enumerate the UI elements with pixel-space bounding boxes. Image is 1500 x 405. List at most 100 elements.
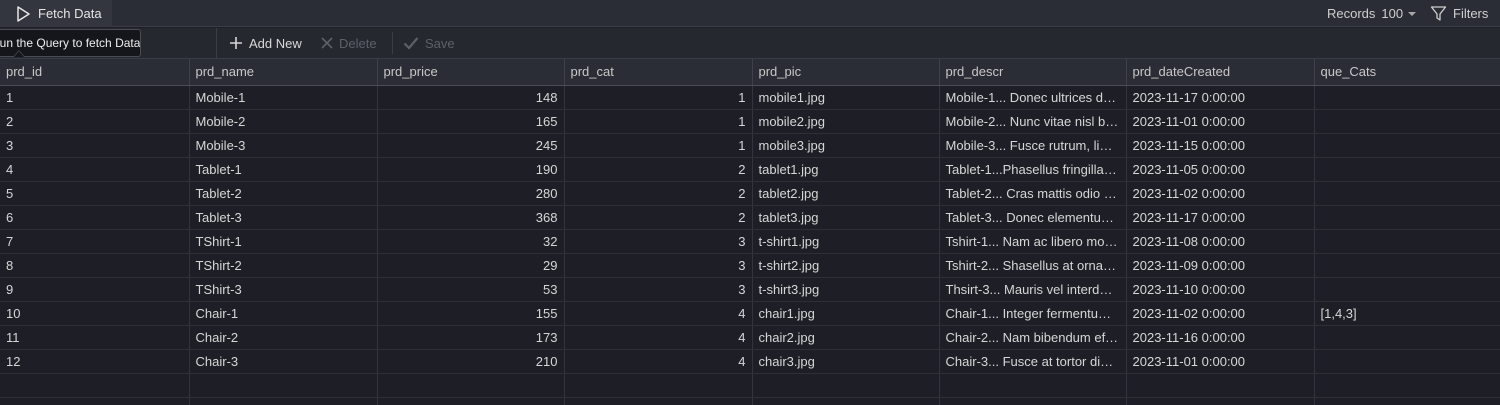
cell-prd-id[interactable]: 3 (0, 133, 190, 158)
cell-prd-id[interactable]: 6 (0, 205, 190, 230)
cell-prd-datecreated[interactable]: 2023-11-10 0:00:00 (1126, 277, 1315, 302)
cell-que-cats[interactable] (1314, 181, 1500, 206)
column-header-que-cats[interactable]: que_Cats (1314, 59, 1500, 86)
cell-prd-name[interactable]: Tablet-3 (189, 205, 378, 230)
cell-prd-cat[interactable]: 4 (564, 349, 753, 374)
cell-que-cats[interactable]: [1,4,3] (1314, 301, 1500, 326)
cell-que-cats[interactable] (1314, 277, 1500, 302)
cell-prd-datecreated[interactable]: 2023-11-01 0:00:00 (1126, 349, 1315, 374)
delete-button[interactable]: Delete (321, 28, 377, 58)
table-row[interactable]: 9 TShirt-3 53 3 t-shirt3.jpg Thsirt-3... Maur… (0, 277, 1500, 302)
cell-que-cats[interactable] (1314, 109, 1500, 134)
cell-prd-datecreated[interactable]: 2023-11-02 0:00:00 (1126, 301, 1315, 326)
cell-prd-id[interactable]: 8 (0, 253, 190, 278)
cell-que-cats[interactable] (1314, 229, 1500, 254)
table-row[interactable]: 3 Mobile-3 245 1 mobile3.jpg Mobile-3... Fusc… (0, 133, 1500, 158)
cell-prd-id[interactable]: 4 (0, 157, 190, 182)
cell-que-cats[interactable] (1314, 85, 1500, 110)
cell-prd-id[interactable]: 2 (0, 109, 190, 134)
column-header-prd-name[interactable]: prd_name (189, 59, 378, 86)
table-row[interactable]: 12 Chair-3 210 4 chair3.jpg Chair-3... Fusce … (0, 349, 1500, 374)
cell-prd-name[interactable]: Tablet-2 (189, 181, 378, 206)
cell-prd-price[interactable]: 29 (377, 253, 565, 278)
cell-prd-name[interactable]: TShirt-3 (189, 277, 378, 302)
cell-prd-cat[interactable]: 4 (564, 325, 753, 350)
cell-prd-datecreated[interactable]: 2023-11-17 0:00:00 (1126, 85, 1315, 110)
cell-prd-name[interactable]: Tablet-1 (189, 157, 378, 182)
cell-prd-id[interactable]: 7 (0, 229, 190, 254)
cell-prd-pic[interactable]: chair3.jpg (752, 349, 940, 374)
cell-prd-descr[interactable]: Tshirt-1... Nam ac libero molestie (939, 229, 1127, 254)
cell-prd-name[interactable]: Chair-1 (189, 301, 378, 326)
cell-prd-id[interactable]: 12 (0, 349, 190, 374)
cell-prd-id[interactable]: 11 (0, 325, 190, 350)
cell-prd-datecreated[interactable]: 2023-11-08 0:00:00 (1126, 229, 1315, 254)
table-row[interactable]: 6 Tablet-3 368 2 tablet3.jpg Tablet-3... Done… (0, 205, 1500, 230)
column-header-prd-pic[interactable]: prd_pic (752, 59, 940, 86)
cell-prd-cat[interactable]: 1 (564, 109, 753, 134)
cell-prd-descr[interactable]: Tablet-3... Donec elementum in (939, 205, 1127, 230)
cell-que-cats[interactable] (1314, 133, 1500, 158)
cell-prd-cat[interactable]: 4 (564, 301, 753, 326)
cell-prd-pic[interactable]: chair1.jpg (752, 301, 940, 326)
cell-prd-name[interactable]: TShirt-1 (189, 229, 378, 254)
cell-prd-price[interactable]: 368 (377, 205, 565, 230)
column-header-prd-id[interactable]: prd_id (0, 59, 190, 86)
table-row[interactable]: 8 TShirt-2 29 3 t-shirt2.jpg Tshirt-2... Shas… (0, 253, 1500, 278)
cell-prd-datecreated[interactable]: 2023-11-01 0:00:00 (1126, 109, 1315, 134)
cell-prd-id[interactable]: 1 (0, 85, 190, 110)
cell-prd-descr[interactable]: Thsirt-3... Mauris vel interdum nisl (939, 277, 1127, 302)
table-row[interactable]: 5 Tablet-2 280 2 tablet2.jpg Tablet-2... Cras… (0, 181, 1500, 206)
cell-prd-cat[interactable]: 2 (564, 157, 753, 182)
cell-prd-cat[interactable]: 3 (564, 277, 753, 302)
cell-prd-datecreated[interactable]: 2023-11-09 0:00:00 (1126, 253, 1315, 278)
cell-prd-price[interactable]: 280 (377, 181, 565, 206)
cell-que-cats[interactable] (1314, 349, 1500, 374)
cell-prd-datecreated[interactable]: 2023-11-05 0:00:00 (1126, 157, 1315, 182)
column-header-prd-cat[interactable]: prd_cat (564, 59, 753, 86)
table-row[interactable]: 4 Tablet-1 190 2 tablet1.jpg Tablet-1...Phase… (0, 157, 1500, 182)
cell-prd-price[interactable]: 245 (377, 133, 565, 158)
filters-button[interactable]: Filters (1430, 0, 1488, 27)
cell-prd-pic[interactable]: tablet2.jpg (752, 181, 940, 206)
cell-prd-name[interactable]: Chair-2 (189, 325, 378, 350)
cell-prd-name[interactable]: Mobile-1 (189, 85, 378, 110)
column-header-prd-price[interactable]: prd_price (377, 59, 565, 86)
cell-prd-descr[interactable]: Mobile-2... Nunc vitae nisl bibendum (939, 109, 1127, 134)
column-header-prd-descr[interactable]: prd_descr (939, 59, 1127, 86)
cell-prd-datecreated[interactable]: 2023-11-15 0:00:00 (1126, 133, 1315, 158)
cell-prd-id[interactable]: 5 (0, 181, 190, 206)
cell-prd-pic[interactable]: t-shirt1.jpg (752, 229, 940, 254)
column-header-prd-datecreated[interactable]: prd_dateCreated (1126, 59, 1315, 86)
cell-que-cats[interactable] (1314, 157, 1500, 182)
cell-prd-name[interactable]: Mobile-2 (189, 109, 378, 134)
cell-prd-descr[interactable]: Tshirt-2... Shasellus at ornare nisl (939, 253, 1127, 278)
cell-prd-name[interactable]: Chair-3 (189, 349, 378, 374)
cell-que-cats[interactable] (1314, 253, 1500, 278)
cell-prd-descr[interactable]: Tablet-1...Phasellus fringilla eget (939, 157, 1127, 182)
cell-prd-pic[interactable]: mobile1.jpg (752, 85, 940, 110)
cell-prd-cat[interactable]: 1 (564, 133, 753, 158)
cell-prd-cat[interactable]: 2 (564, 181, 753, 206)
cell-prd-id[interactable]: 10 (0, 301, 190, 326)
cell-prd-price[interactable]: 190 (377, 157, 565, 182)
cell-prd-pic[interactable]: chair2.jpg (752, 325, 940, 350)
cell-prd-price[interactable]: 53 (377, 277, 565, 302)
table-row[interactable]: 10 Chair-1 155 4 chair1.jpg Chair-1... Intege… (0, 301, 1500, 326)
cell-prd-datecreated[interactable]: 2023-11-02 0:00:00 (1126, 181, 1315, 206)
cell-prd-price[interactable]: 32 (377, 229, 565, 254)
cell-prd-price[interactable]: 155 (377, 301, 565, 326)
cell-prd-pic[interactable]: t-shirt2.jpg (752, 253, 940, 278)
cell-prd-descr[interactable]: Chair-2... Nam bibendum efficitur (939, 325, 1127, 350)
table-row[interactable]: 2 Mobile-2 165 1 mobile2.jpg Mobile-2... Nunc… (0, 109, 1500, 134)
cell-prd-price[interactable]: 148 (377, 85, 565, 110)
table-row[interactable]: 7 TShirt-1 32 3 t-shirt1.jpg Tshirt-1... Nam … (0, 229, 1500, 254)
fetch-data-button[interactable]: Fetch Data (0, 0, 112, 27)
table-row[interactable]: 11 Chair-2 173 4 chair2.jpg Chair-2... Nam bi… (0, 325, 1500, 350)
cell-prd-cat[interactable]: 1 (564, 85, 753, 110)
add-new-button[interactable]: Add New (229, 28, 302, 58)
cell-prd-pic[interactable]: tablet3.jpg (752, 205, 940, 230)
cell-prd-descr[interactable]: Mobile-3... Fusce rutrum, ligula (939, 133, 1127, 158)
cell-prd-descr[interactable]: Chair-1... Integer fermentum tellus (939, 301, 1127, 326)
cell-prd-cat[interactable]: 3 (564, 229, 753, 254)
